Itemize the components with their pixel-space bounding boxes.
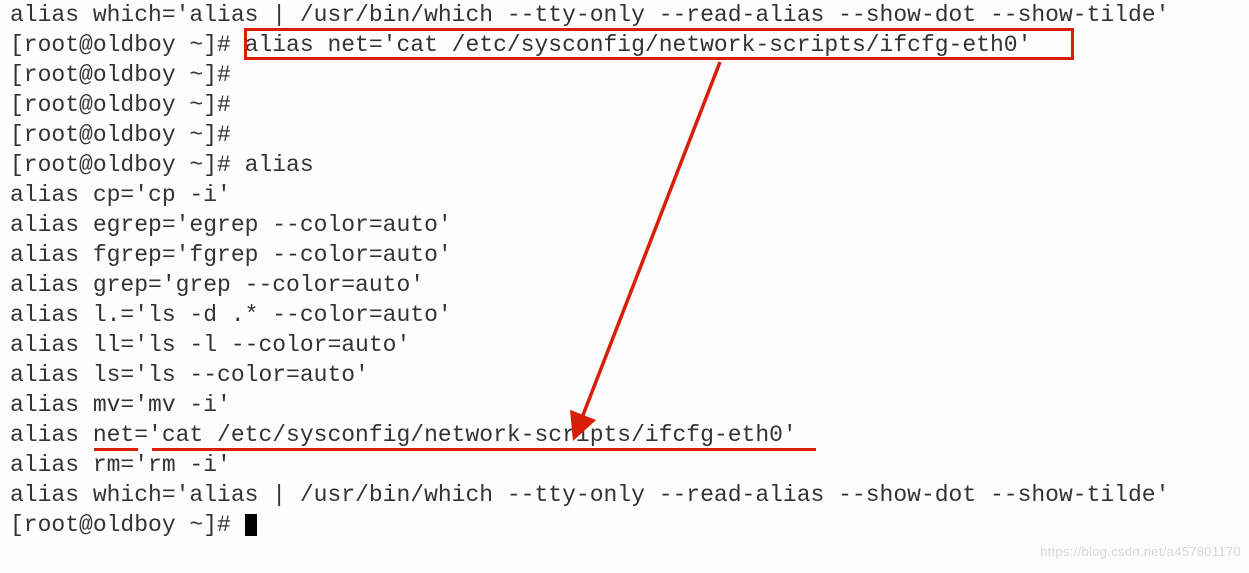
terminal-line: [root@oldboy ~]# alias net='cat /etc/sys…: [10, 30, 1239, 60]
terminal-line: alias which='alias | /usr/bin/which --tt…: [10, 480, 1239, 510]
terminal-line: alias egrep='egrep --color=auto': [10, 210, 1239, 240]
terminal-line: [root@oldboy ~]#: [10, 90, 1239, 120]
command-input[interactable]: alias net='cat /etc/sysconfig/network-sc…: [245, 32, 1032, 58]
terminal-line: alias net='cat /etc/sysconfig/network-sc…: [10, 420, 1239, 450]
terminal-line: alias l.='ls -d .* --color=auto': [10, 300, 1239, 330]
terminal-line: alias cp='cp -i': [10, 180, 1239, 210]
terminal-line: alias grep='grep --color=auto': [10, 270, 1239, 300]
cursor-icon: [245, 514, 257, 536]
terminal-line: [root@oldboy ~]#: [10, 510, 1239, 540]
terminal-line: alias ls='ls --color=auto': [10, 360, 1239, 390]
terminal-line: [root@oldboy ~]#: [10, 60, 1239, 90]
terminal-line: alias ll='ls -l --color=auto': [10, 330, 1239, 360]
prompt: [root@oldboy ~]#: [10, 32, 245, 58]
watermark-text: https://blog.csdn.net/a457801170: [1040, 537, 1241, 567]
terminal-line: [root@oldboy ~]#: [10, 120, 1239, 150]
terminal-line: alias rm='rm -i': [10, 450, 1239, 480]
terminal-line: alias fgrep='fgrep --color=auto': [10, 240, 1239, 270]
terminal-line: [root@oldboy ~]# alias: [10, 150, 1239, 180]
terminal-line: alias mv='mv -i': [10, 390, 1239, 420]
terminal-line: alias which='alias | /usr/bin/which --tt…: [10, 0, 1239, 30]
prompt: [root@oldboy ~]#: [10, 512, 245, 538]
